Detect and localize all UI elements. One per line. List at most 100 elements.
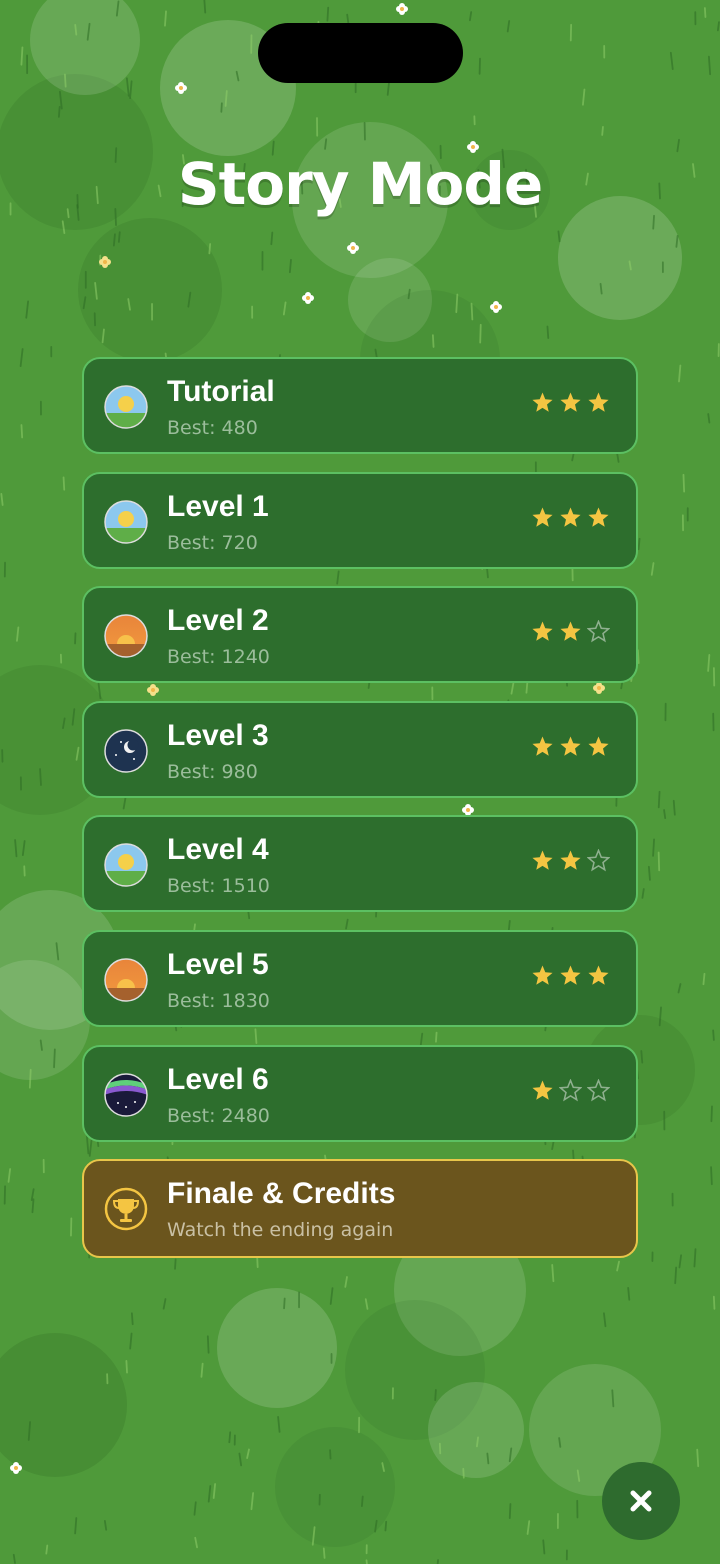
grass-blade [329,1287,334,1305]
grass-blade [708,55,712,76]
grass-blade [669,51,674,70]
grass-blade [28,1068,32,1089]
star-filled-icon [532,621,553,641]
grass-blade [364,1298,369,1310]
grass-blade [407,288,411,300]
grass-blade [386,81,390,96]
level-card-2[interactable]: Level 2 Best: 1240 [82,586,638,684]
star-filled-icon [560,621,581,641]
grass-blade [322,1547,326,1559]
star-filled-icon [588,736,609,756]
grass-blade [508,1503,512,1520]
finale-subtitle: Watch the ending again [167,1219,394,1242]
grass-blade [53,1048,56,1069]
page-title: Story Mode [177,150,543,218]
level-card-5[interactable]: Level 5 Best: 1830 [82,929,638,1027]
grass-blade [19,348,24,368]
level-card-4[interactable]: Level 4 Best: 1510 [82,815,638,913]
grass-blade [194,1536,198,1549]
grass-blade [682,473,686,493]
star-rating [531,964,610,987]
flower [396,3,408,15]
grass-blade [470,302,474,321]
star-filled-icon [532,736,553,756]
grass-blade [506,20,511,33]
grass-blade [716,21,720,32]
grass-blade [277,1416,281,1433]
grass-blade [270,231,274,246]
grass-blade [703,7,707,18]
star-empty-icon [559,1078,582,1101]
grass-blade [611,1389,615,1408]
grass-blade [344,1276,348,1288]
grass-blade [164,10,167,27]
level-card-1[interactable]: Level 1 Best: 720 [82,471,638,569]
grass-blade [16,626,20,642]
grass-blade [212,1483,217,1499]
grass-blade [39,768,42,786]
bokeh-circle [275,1427,395,1547]
grass-blade [455,293,459,314]
bokeh-circle [78,218,222,362]
grass-blade [117,231,121,243]
grass-blade [678,364,682,383]
star-filled-icon [588,965,609,985]
trophy-icon [104,1187,148,1231]
sunset-icon [104,614,148,658]
grass-blade [479,323,482,344]
level-name: Level 5 [167,947,269,981]
grass-blade [384,1520,388,1532]
best-score: Best: 720 [167,531,258,554]
grass-blade [288,258,292,274]
star-filled-icon [532,392,553,412]
grass-blade [250,1492,255,1511]
grass-blade [647,865,651,881]
close-button[interactable] [602,1462,680,1540]
star-rating [531,620,610,643]
finale-title: Finale & Credits [167,1177,396,1211]
best-score: Best: 980 [167,760,258,783]
grass-blade [650,562,655,576]
star-filled-icon [532,507,553,527]
grass-blade [476,1436,479,1448]
grass-blade [112,233,116,247]
grass-blade [21,840,26,857]
grass-blade [224,90,228,107]
grass-blade [640,1050,644,1064]
bokeh-circle [428,1382,524,1478]
star-filled-icon [532,850,553,871]
grass-blade [125,1359,128,1374]
grass-blade [663,809,667,819]
grass-blade [125,77,130,97]
grass-blade [25,300,29,319]
grass-blade [546,325,550,339]
star-filled-icon [560,392,581,412]
star-filled-icon [532,1080,553,1100]
grass-blade [702,972,706,986]
level-name: Level 4 [167,833,269,867]
grass-blade [462,1467,465,1479]
star-rating [531,1078,610,1102]
grass-blade [603,1312,607,1328]
grass-blade [365,1559,368,1564]
grass-blade [526,1520,531,1535]
grass-blade [637,537,641,551]
level-name: Level 2 [167,604,269,638]
level-card-3[interactable]: Level 3 Best: 980 [82,700,638,798]
grass-blade [326,6,330,22]
finale-credits-button[interactable]: Finale & Credits Watch the ending again [82,1159,638,1259]
star-empty-icon [587,1078,610,1101]
level-card-6[interactable]: Level 6 Best: 2480 [82,1044,638,1142]
grass-blade [434,1389,437,1401]
level-name: Level 6 [167,1062,269,1096]
star-rating [531,849,610,872]
grass-blade [238,1452,243,1467]
grass-blade [207,1485,212,1503]
grass-blade [601,126,604,136]
grass-blade [652,838,655,857]
level-card-tutorial[interactable]: Tutorial Best: 480 [82,357,638,454]
best-score: Best: 480 [167,417,258,439]
grass-blade [45,1544,49,1555]
grass-blade [129,1332,133,1350]
star-filled-icon [560,965,581,985]
